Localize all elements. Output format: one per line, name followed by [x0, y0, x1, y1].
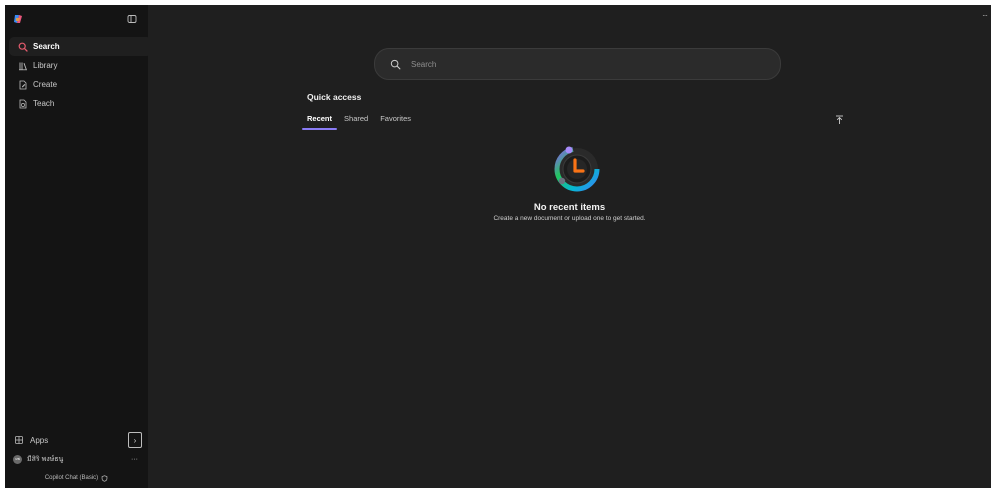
sidebar-toggle-button[interactable] [126, 13, 138, 25]
sidebar: Search Library Create Teach Apps › มพ มี… [5, 5, 152, 488]
copilot-logo-icon[interactable] [13, 14, 23, 24]
chevron-right-icon: › [133, 435, 137, 445]
sidebar-item-teach[interactable]: Teach [9, 94, 152, 113]
user-name: มีสิริ พงษ์ธนู [27, 455, 64, 463]
sidebar-nav: Search Library Create Teach [5, 37, 152, 113]
tab-recent[interactable]: Recent [301, 114, 338, 130]
apps-button[interactable]: Apps [13, 435, 48, 446]
sidebar-item-search[interactable]: Search [9, 37, 152, 56]
plan-label: Copilot Chat (Basic) [44, 475, 99, 481]
tab-shared[interactable]: Shared [344, 114, 368, 130]
search-bar[interactable] [374, 48, 781, 80]
sidebar-item-label: Create [33, 80, 58, 89]
sidebar-item-create[interactable]: Create [9, 75, 152, 94]
window-more-button[interactable]: ··· [982, 11, 988, 20]
user-row[interactable]: มพ มีสิริ พงษ์ธนู ··· [5, 450, 148, 468]
apps-row: Apps › [5, 430, 148, 450]
quick-access-tabs: Recent Shared Favorites [301, 114, 423, 130]
upload-button[interactable] [834, 115, 844, 125]
teach-icon [17, 98, 28, 109]
upload-icon [835, 115, 843, 124]
expand-sidebar-button[interactable]: › [128, 432, 142, 448]
search-icon [389, 58, 401, 70]
create-icon [17, 79, 28, 90]
library-icon [17, 60, 28, 71]
sidebar-header [5, 5, 148, 33]
search-icon [17, 41, 28, 52]
user-more-button[interactable]: ··· [131, 456, 138, 463]
panel-toggle-icon [127, 15, 137, 23]
sidebar-footer: Apps › มพ มีสิริ พงษ์ธนู ··· Copilot Cha… [5, 430, 148, 488]
sidebar-item-label: Teach [33, 99, 55, 108]
app-window: Search Library Create Teach Apps › มพ มี… [5, 5, 991, 488]
shield-icon [101, 474, 108, 482]
apps-label: Apps [30, 435, 49, 445]
sidebar-item-library[interactable]: Library [9, 56, 152, 75]
apps-grid-icon [13, 435, 24, 446]
plan-row[interactable]: Copilot Chat (Basic) [5, 468, 148, 488]
main-content: ··· Quick access Recent Shared Favorites [148, 5, 991, 488]
avatar: มพ [13, 454, 22, 464]
recent-clock-icon [554, 146, 600, 192]
empty-state-title: No recent items [533, 202, 606, 213]
quick-access-title: Quick access [307, 92, 362, 102]
sidebar-item-label: Search [33, 42, 60, 51]
sidebar-item-label: Library [33, 61, 58, 70]
search-input[interactable] [409, 58, 753, 70]
empty-state-description: Create a new document or upload one to g… [493, 215, 646, 222]
tab-favorites[interactable]: Favorites [380, 114, 411, 130]
